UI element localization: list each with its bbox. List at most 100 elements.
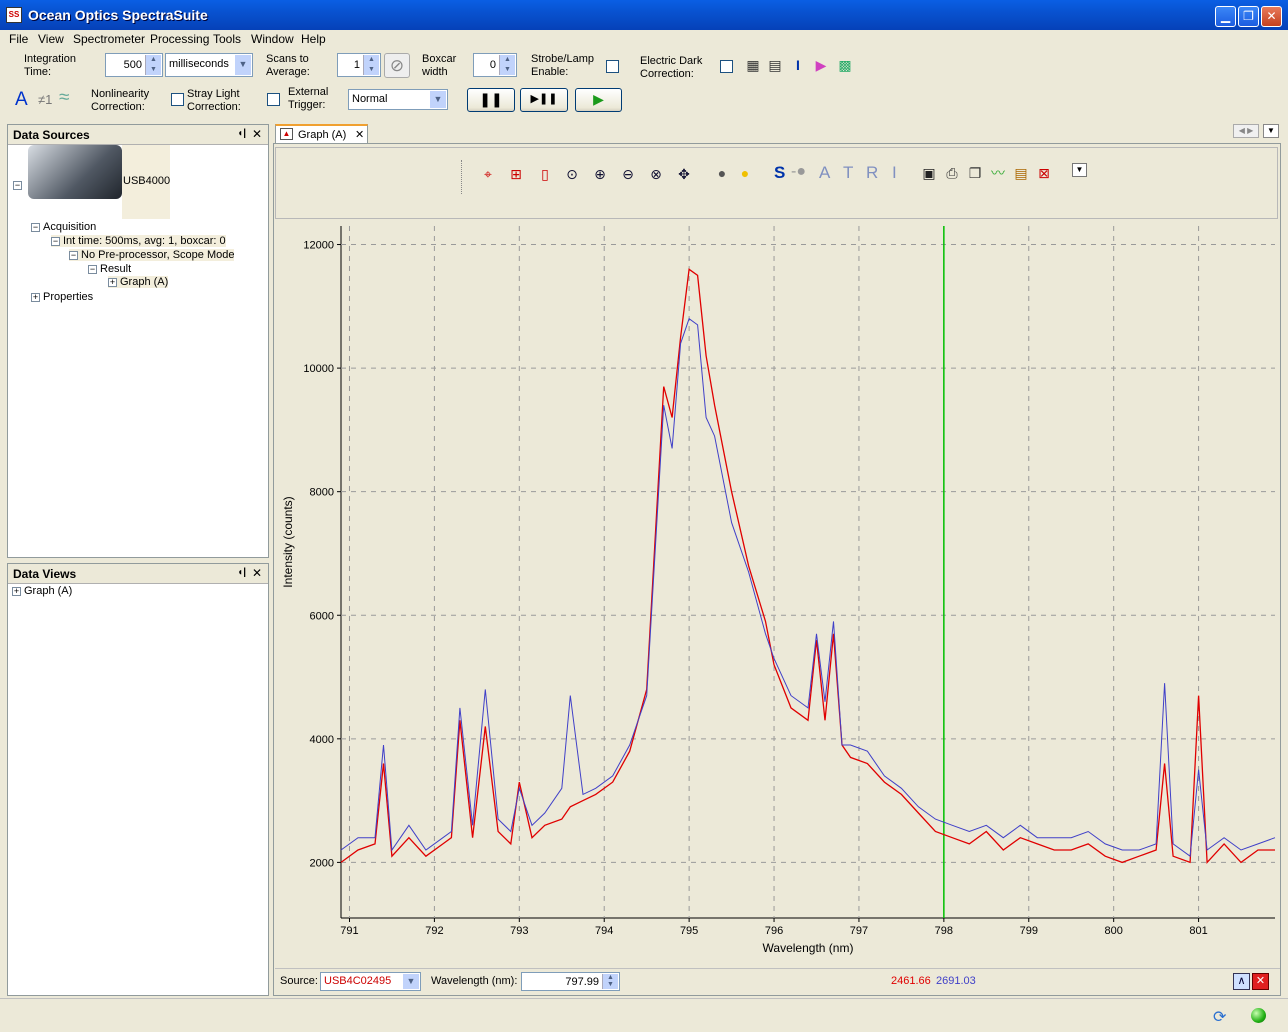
y-tick-label: 10000 bbox=[303, 363, 334, 375]
view-graph[interactable]: + Graph (A) bbox=[12, 585, 72, 597]
device-name[interactable]: USB4000 bbox=[123, 175, 170, 187]
spinner-arrows-icon[interactable]: ▲ ▼ bbox=[499, 55, 515, 75]
overlay-icon[interactable]: ▤ bbox=[1012, 164, 1030, 182]
tree-properties[interactable]: + Properties bbox=[31, 291, 93, 303]
boxcar-width-value: 0 bbox=[489, 59, 496, 71]
maximize-button[interactable]: ❐ bbox=[1238, 6, 1259, 27]
source-value: USB4C02495 bbox=[324, 975, 392, 987]
wave-icon[interactable]: ≈ bbox=[59, 87, 69, 109]
integration-label: Integration Time: bbox=[24, 53, 76, 78]
prohibit-icon[interactable]: ⊘ bbox=[384, 53, 410, 78]
chart-view-icon[interactable]: ▩ bbox=[836, 56, 854, 74]
trend-icon[interactable]: 〰 bbox=[989, 164, 1007, 182]
tree-acquisition[interactable]: − Acquisition bbox=[31, 221, 96, 233]
chevron-down-icon: ▼ bbox=[235, 55, 251, 75]
x-axis-label: Wavelength (nm) bbox=[763, 941, 854, 955]
tab-scroll-icon[interactable]: ◀ ▶ bbox=[1233, 124, 1259, 138]
zoom-in-icon[interactable]: ⊕ bbox=[591, 165, 609, 183]
spinner-arrows-icon[interactable]: ▲ ▼ bbox=[602, 974, 618, 989]
trigger-mode-select[interactable]: Normal ▼ bbox=[348, 89, 448, 110]
source-select[interactable]: USB4C02495 ▼ bbox=[320, 972, 421, 991]
spectrum-graph[interactable]: 791 792 793 794 795 796 797 798 799 800 801 2000 400… bbox=[275, 222, 1280, 964]
menu-view[interactable]: View bbox=[38, 32, 64, 46]
table-view-icon[interactable]: ▤ bbox=[766, 56, 784, 74]
close-panel-icon[interactable]: ✕ bbox=[252, 127, 262, 141]
graph-letter-r[interactable]: R bbox=[866, 163, 878, 183]
tree-graph[interactable]: + Graph (A) bbox=[108, 276, 169, 288]
minimize-panel-icon[interactable]: ◖| bbox=[237, 128, 246, 139]
close-tab-icon[interactable]: ✕ bbox=[355, 128, 364, 141]
pan-icon[interactable]: ✥ bbox=[675, 165, 693, 183]
tree-result[interactable]: − Result bbox=[88, 263, 131, 275]
electric-dark-checkbox[interactable] bbox=[720, 60, 733, 73]
lightbulb-off-icon[interactable]: ● bbox=[713, 164, 731, 182]
nonlinearity-label: Nonlinearity Correction: bbox=[91, 88, 150, 113]
tab-menu-icon[interactable]: ▼ bbox=[1263, 124, 1279, 138]
cursor-icon[interactable]: ⌖ bbox=[479, 165, 497, 183]
minimize-panel-icon[interactable]: ◖| bbox=[237, 567, 246, 578]
menu-spectrometer[interactable]: Spectrometer bbox=[73, 32, 145, 46]
y-tick-label: 12000 bbox=[303, 240, 334, 252]
graph-letter-a[interactable]: A bbox=[819, 163, 830, 183]
print-icon[interactable]: ⎙ bbox=[943, 164, 961, 182]
integration-unit-select[interactable]: milliseconds ▼ bbox=[165, 53, 253, 77]
menu-file[interactable]: File bbox=[9, 32, 28, 46]
graph-toolbar: ⌖ ⊞ ▯ ⊙ ⊕ ⊖ ⊗ ✥ ● ● S -● A T R I ▣ ⎙ ❐ 〰… bbox=[275, 147, 1278, 219]
zoom-vertical-icon[interactable]: ▯ bbox=[536, 165, 554, 183]
strobe-lamp-checkbox[interactable] bbox=[606, 60, 619, 73]
menu-tools[interactable]: Tools bbox=[213, 32, 241, 46]
save-icon[interactable]: ▣ bbox=[920, 164, 938, 182]
zoom-out-icon[interactable]: ⊖ bbox=[619, 165, 637, 183]
zoom-box-icon[interactable]: ⊞ bbox=[507, 165, 525, 183]
peak-icon[interactable]: ∧ bbox=[1233, 973, 1250, 990]
lightbulb-on-icon[interactable]: ● bbox=[736, 164, 754, 182]
window-title: Ocean Optics SpectraSuite bbox=[28, 7, 208, 23]
menu-processing[interactable]: Processing bbox=[150, 32, 209, 46]
text-a-icon[interactable]: A bbox=[15, 89, 28, 111]
trigger-mode-value: Normal bbox=[352, 93, 388, 105]
integration-time-spinner[interactable]: 500 ▲ ▼ bbox=[105, 53, 163, 77]
integration-time-value: 500 bbox=[123, 59, 142, 71]
text-view-icon[interactable]: I bbox=[789, 56, 807, 74]
graph-letter-s[interactable]: S bbox=[774, 163, 785, 183]
wavelength-spinner[interactable]: 797.99 ▲ ▼ bbox=[521, 972, 620, 991]
spectrometer-device-icon bbox=[28, 145, 122, 199]
external-trigger-label: External Trigger: bbox=[288, 86, 329, 111]
play-button[interactable]: ▶ bbox=[575, 88, 622, 112]
boxcar-label: Boxcar width bbox=[422, 53, 457, 78]
stray-light-checkbox[interactable] bbox=[267, 93, 280, 106]
zoom-reset-icon[interactable]: ⊗ bbox=[647, 165, 665, 183]
spinner-arrows-icon[interactable]: ▲ ▼ bbox=[145, 55, 161, 75]
graph-letter-t[interactable]: T bbox=[843, 163, 853, 183]
tree-preprocessor[interactable]: − No Pre-processor, Scope Mode bbox=[69, 249, 235, 261]
nonlinearity-checkbox[interactable] bbox=[171, 93, 184, 106]
scans-average-spinner[interactable]: 1 ▲ ▼ bbox=[337, 53, 381, 77]
not-equal-one-icon[interactable]: ≠1 bbox=[38, 92, 52, 107]
graph-view-icon[interactable]: ▦ bbox=[744, 56, 762, 74]
chevron-down-icon: ▼ bbox=[430, 91, 446, 108]
delete-overlay-icon[interactable]: ⊠ bbox=[1035, 164, 1053, 182]
color-view-icon[interactable]: ▶ bbox=[812, 56, 830, 74]
menu-help[interactable]: Help bbox=[301, 32, 326, 46]
zoom-fit-icon[interactable]: ⊙ bbox=[563, 165, 581, 183]
clear-peak-icon[interactable]: ✕ bbox=[1252, 973, 1269, 990]
step-button[interactable]: ▶❚❚ bbox=[520, 88, 568, 112]
expander-device[interactable]: − bbox=[13, 179, 25, 191]
close-panel-icon[interactable]: ✕ bbox=[252, 566, 262, 580]
x-tick-label: 792 bbox=[425, 925, 443, 937]
copy-icon[interactable]: ❐ bbox=[966, 164, 984, 182]
tree-int-time[interactable]: − Int time: 500ms, avg: 1, boxcar: 0 bbox=[51, 235, 226, 247]
x-tick-label: 794 bbox=[595, 925, 613, 937]
probe-icon[interactable]: -● bbox=[791, 163, 806, 181]
close-button[interactable]: ✕ bbox=[1261, 6, 1282, 27]
refresh-icon[interactable]: ⟳ bbox=[1213, 1007, 1226, 1027]
tab-graph-a[interactable]: ▲ Graph (A) ✕ bbox=[275, 124, 368, 144]
minimize-button[interactable]: ▁ bbox=[1215, 6, 1236, 27]
boxcar-width-spinner[interactable]: 0 ▲ ▼ bbox=[473, 53, 517, 77]
menu-window[interactable]: Window bbox=[251, 32, 294, 46]
spectrum-chart[interactable]: 791 792 793 794 795 796 797 798 799 800 801 2000 400… bbox=[275, 222, 1280, 964]
pause-button[interactable]: ❚❚ bbox=[467, 88, 515, 112]
spinner-arrows-icon[interactable]: ▲ ▼ bbox=[363, 55, 379, 75]
graph-letter-i[interactable]: I bbox=[892, 163, 897, 183]
more-tools-icon[interactable]: ▼ bbox=[1072, 163, 1087, 177]
